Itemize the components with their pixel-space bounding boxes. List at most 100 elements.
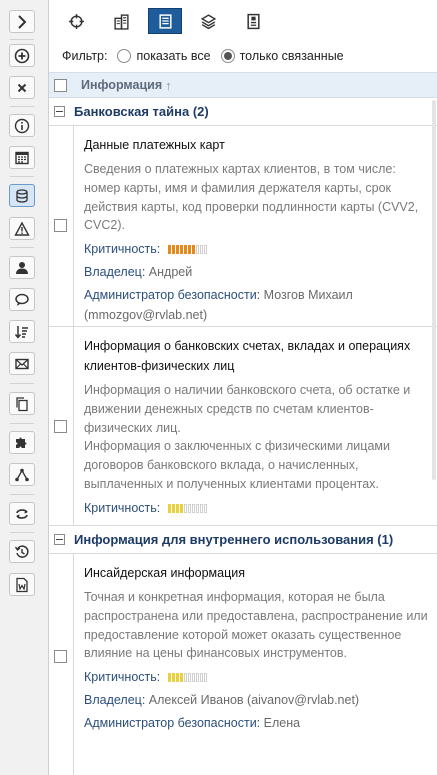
vertical-scrollbar[interactable] — [432, 100, 436, 480]
toolbar-divider — [10, 106, 34, 107]
admin-label: Администратор безопасности: — [84, 716, 261, 731]
criticality-segment — [175, 245, 179, 255]
item-title: Инсайдерская информация — [84, 566, 245, 580]
history-icon[interactable] — [9, 540, 35, 563]
criticality-segment — [167, 245, 171, 255]
table-row[interactable]: Информация о банковских счетах, вкладах … — [49, 327, 437, 526]
puzzle-icon[interactable] — [9, 431, 35, 454]
sort-icon[interactable] — [9, 320, 35, 343]
item-description: Сведения о платежных картах клиентов, в … — [84, 162, 419, 233]
owner-label: Владелец: — [84, 265, 146, 280]
plus-circle-icon[interactable] — [9, 44, 35, 67]
filter-show-all-radio[interactable]: показать все — [117, 49, 211, 63]
toolbar-divider — [10, 494, 34, 495]
criticality-segment — [195, 673, 199, 683]
criticality-segment — [203, 245, 207, 255]
admin-value: Елена — [263, 716, 301, 731]
info-icon[interactable] — [9, 114, 35, 137]
group-header[interactable]: − Информация для внутреннего использован… — [49, 526, 437, 554]
network-icon[interactable] — [9, 463, 35, 486]
criticality-label: Критичность: — [84, 500, 161, 515]
criticality-meter — [167, 503, 208, 513]
row-checkbox[interactable] — [54, 650, 67, 663]
word-doc-icon[interactable] — [9, 573, 35, 596]
criticality-segment — [175, 503, 179, 513]
warning-icon[interactable] — [9, 217, 35, 240]
item-title: Данные платежных карт — [84, 138, 225, 152]
criticality-meter — [167, 673, 208, 683]
criticality-segment — [191, 673, 195, 683]
admin-field: Администратор безопасности: Елена — [84, 713, 431, 733]
filter-row: Фильтр: показать все только связанные — [62, 46, 344, 66]
list-document-icon[interactable] — [148, 8, 182, 34]
user-icon[interactable] — [9, 256, 35, 279]
column-header-information[interactable]: Информация — [81, 78, 162, 92]
radio-dot-selected[interactable] — [220, 49, 235, 63]
document-icon[interactable] — [236, 8, 270, 34]
select-all-checkbox[interactable] — [54, 78, 67, 92]
criticality-segment — [195, 503, 199, 513]
view-tabs — [49, 0, 437, 40]
calendar-icon[interactable] — [9, 146, 35, 169]
buildings-icon[interactable] — [104, 8, 138, 34]
table-row[interactable]: Данные платежных карт Сведения о платежн… — [49, 126, 437, 327]
item-description: Информация о наличии банковского счета, … — [84, 383, 411, 491]
criticality-segment — [199, 245, 203, 255]
mail-icon[interactable] — [9, 352, 35, 375]
criticality-segment — [187, 245, 191, 255]
criticality-field: Критичность: — [84, 239, 431, 259]
criticality-label: Критичность: — [84, 670, 161, 685]
criticality-segment — [199, 503, 203, 513]
criticality-segment — [179, 245, 183, 255]
criticality-segment — [183, 673, 187, 683]
row-checkbox[interactable] — [54, 219, 67, 232]
left-toolbar — [0, 0, 49, 775]
target-icon[interactable] — [59, 8, 93, 34]
criticality-segment — [175, 673, 179, 683]
toolbar-divider — [10, 383, 34, 384]
criticality-segment — [167, 503, 171, 513]
layers-icon[interactable] — [191, 8, 225, 34]
criticality-segment — [171, 503, 175, 513]
toolbar-divider — [10, 39, 34, 40]
filter-only-linked-radio[interactable]: только связанные — [220, 49, 344, 63]
group-title: Информация для внутреннего использования… — [74, 532, 394, 547]
row-content: Информация о банковских счетах, вкладах … — [73, 327, 437, 525]
criticality-segment — [187, 673, 191, 683]
group-header[interactable]: − Банковская тайна (2) — [49, 98, 437, 126]
row-checkbox[interactable] — [54, 420, 67, 433]
criticality-field: Критичность: — [84, 498, 431, 518]
chevron-right-icon[interactable] — [9, 10, 35, 33]
criticality-segment — [191, 503, 195, 513]
item-title: Информация о банковских счетах, вкладах … — [84, 339, 411, 373]
criticality-segment — [183, 503, 187, 513]
criticality-segment — [187, 503, 191, 513]
toolbar-divider — [10, 247, 34, 248]
copy-icon[interactable] — [9, 392, 35, 415]
information-table: Информация ↑ − Банковская тайна (2) Данн… — [49, 72, 437, 775]
item-description: Точная и конкретная информация, которая … — [84, 590, 428, 661]
collapse-toggle-icon[interactable]: − — [54, 106, 65, 117]
criticality-label: Критичность: — [84, 242, 161, 257]
database-icon[interactable] — [9, 184, 35, 207]
criticality-segment — [203, 503, 207, 513]
switch-icon[interactable] — [9, 502, 35, 525]
criticality-segment — [199, 673, 203, 683]
toolbar-divider — [10, 532, 34, 533]
criticality-segment — [183, 245, 187, 255]
chat-icon[interactable] — [9, 288, 35, 311]
criticality-meter — [167, 245, 208, 255]
filter-label: Фильтр: — [62, 49, 108, 63]
sort-arrow-icon[interactable]: ↑ — [165, 78, 172, 93]
criticality-segment — [167, 673, 171, 683]
radio-dot[interactable] — [117, 49, 132, 63]
criticality-segment — [195, 245, 199, 255]
criticality-segment — [171, 245, 175, 255]
collapse-toggle-icon[interactable]: − — [54, 534, 65, 545]
group-title: Банковская тайна (2) — [74, 104, 209, 119]
table-row[interactable]: Инсайдерская информация Точная и конкрет… — [49, 554, 437, 775]
row-content: Данные платежных карт Сведения о платежн… — [73, 126, 437, 326]
admin-label: Администратор безопасности: — [84, 288, 261, 303]
close-icon[interactable] — [9, 76, 35, 99]
filter-option-label: показать все — [136, 49, 211, 63]
